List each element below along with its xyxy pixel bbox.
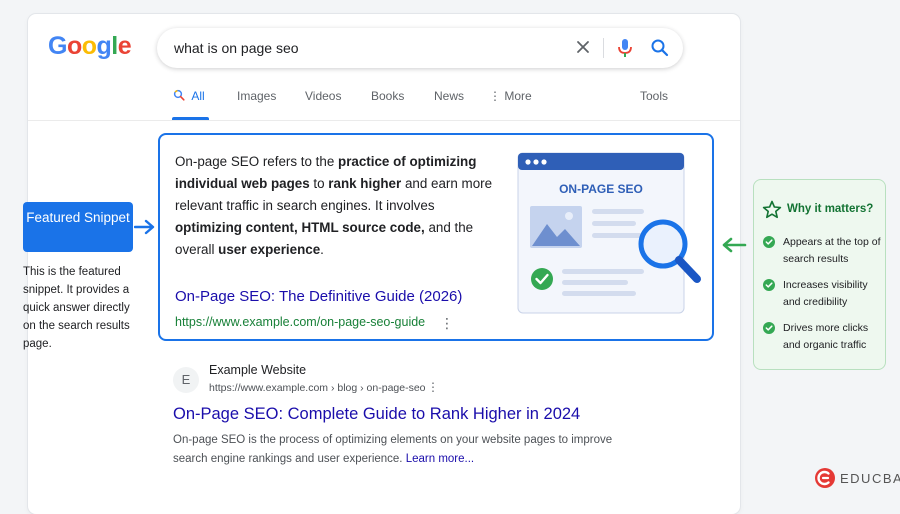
clear-icon[interactable]	[573, 37, 593, 57]
arrow-left-icon	[722, 237, 747, 253]
why-item-text: Drives more clicks and organic traffic	[783, 322, 869, 351]
result-title-link[interactable]: On-Page SEO: Complete Guide to Rank High…	[173, 405, 580, 424]
tabs-divider	[28, 120, 740, 121]
tab-label: News	[434, 89, 465, 103]
snippet-text-part: to	[309, 176, 329, 191]
google-logo[interactable]: Google	[48, 32, 132, 61]
more-options-icon[interactable]: ⋮	[427, 380, 439, 394]
why-item-text: Increases visibility and credibility	[783, 279, 868, 308]
why-it-matters-panel: Why it matters? Appears at the top of se…	[753, 179, 886, 370]
arrow-right-icon	[134, 219, 155, 235]
logo-letter: e	[117, 32, 132, 60]
tab-videos[interactable]: Videos	[305, 89, 341, 103]
snippet-text-part: .	[320, 242, 324, 257]
snippet-url[interactable]: https://www.example.com/on-page-seo-guid…	[175, 315, 425, 329]
learn-more-link[interactable]: Learn more...	[406, 453, 474, 465]
educba-logo-icon	[815, 468, 835, 488]
site-name[interactable]: Example Website	[209, 363, 306, 377]
site-breadcrumb[interactable]: https://www.example.com › blog › on-page…	[209, 382, 426, 394]
logo-letter: o	[66, 32, 82, 60]
why-title: Why it matters?	[787, 203, 874, 215]
search-divider	[603, 38, 604, 58]
search-icon	[173, 89, 185, 101]
snippet-title-link[interactable]: On-Page SEO: The Definitive Guide (2026)	[175, 288, 462, 305]
logo-letter: G	[48, 32, 67, 60]
search-bar[interactable]: what is on page seo	[157, 28, 683, 68]
featured-snippet-badge: Featured Snippet	[23, 202, 133, 252]
tab-label: Videos	[305, 89, 342, 103]
more-options-icon[interactable]: ⋮	[440, 315, 454, 332]
snippet-text-part: On-page SEO refers to the	[175, 154, 339, 169]
microphone-icon[interactable]	[615, 37, 635, 59]
tab-label: Tools	[640, 89, 669, 103]
on-page-seo-illustration: ON-PAGE SEO	[517, 152, 701, 314]
snippet-text-bold: optimizing content, HTML source code,	[175, 220, 425, 235]
tab-tools[interactable]: Tools	[640, 89, 668, 103]
check-circle-icon	[763, 236, 775, 248]
featured-snippet: On-page SEO refers to the practice of op…	[158, 133, 714, 341]
logo-letter: o	[81, 32, 97, 60]
tab-all[interactable]: All	[173, 89, 205, 103]
tab-label: All	[191, 89, 205, 103]
snippet-text: On-page SEO refers to the practice of op…	[175, 151, 505, 261]
tab-more[interactable]: ⋮ More	[489, 89, 532, 103]
site-favicon[interactable]: E	[173, 367, 199, 393]
featured-snippet-note: This is the featured snippet. It provide…	[23, 266, 130, 350]
snippet-text-bold: rank higher	[328, 176, 402, 191]
why-item-text: Appears at the top of search results	[783, 236, 881, 265]
kebab-icon: ⋮	[489, 89, 501, 103]
snippet-text-bold: user experience	[218, 242, 321, 257]
search-tabs: All Images Videos Books News ⋮ More Tool…	[0, 89, 900, 109]
search-icon[interactable]	[650, 38, 670, 58]
check-circle-icon	[763, 322, 775, 334]
search-input[interactable]: what is on page seo	[174, 40, 299, 56]
tab-news[interactable]: News	[434, 89, 464, 103]
tab-label: Books	[371, 89, 405, 103]
tab-label: Images	[237, 89, 277, 103]
check-circle-icon	[763, 279, 775, 291]
tab-images[interactable]: Images	[237, 89, 276, 103]
educba-wordmark: EDUCBA	[840, 471, 900, 486]
star-icon	[762, 200, 782, 219]
tab-books[interactable]: Books	[371, 89, 404, 103]
result-description: On-page SEO is the process of optimizing…	[173, 431, 643, 469]
tab-label: More	[504, 89, 532, 103]
logo-letter: g	[96, 32, 112, 60]
result-description-text: On-page SEO is the process of optimizing…	[173, 434, 613, 465]
illustration-label: ON-PAGE SEO	[559, 182, 643, 196]
